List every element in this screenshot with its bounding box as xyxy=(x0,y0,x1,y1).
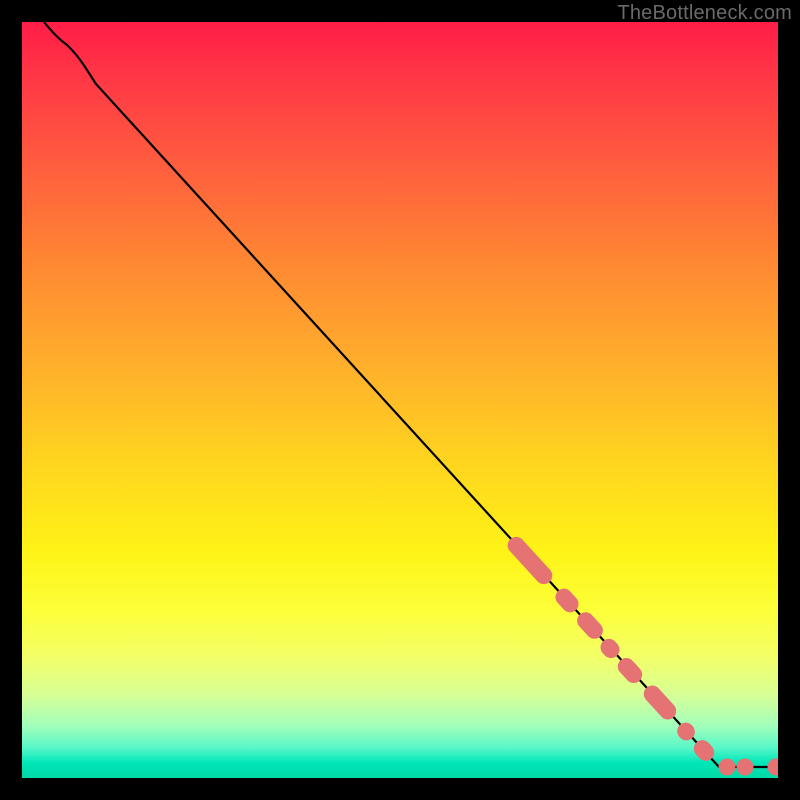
highlight-dot xyxy=(719,759,736,776)
plot-area xyxy=(22,22,778,778)
curve-svg xyxy=(22,22,778,778)
highlight-dot xyxy=(737,759,754,776)
main-curve xyxy=(44,22,778,767)
chart-frame: TheBottleneck.com xyxy=(0,0,800,800)
highlight-dot xyxy=(768,759,779,776)
